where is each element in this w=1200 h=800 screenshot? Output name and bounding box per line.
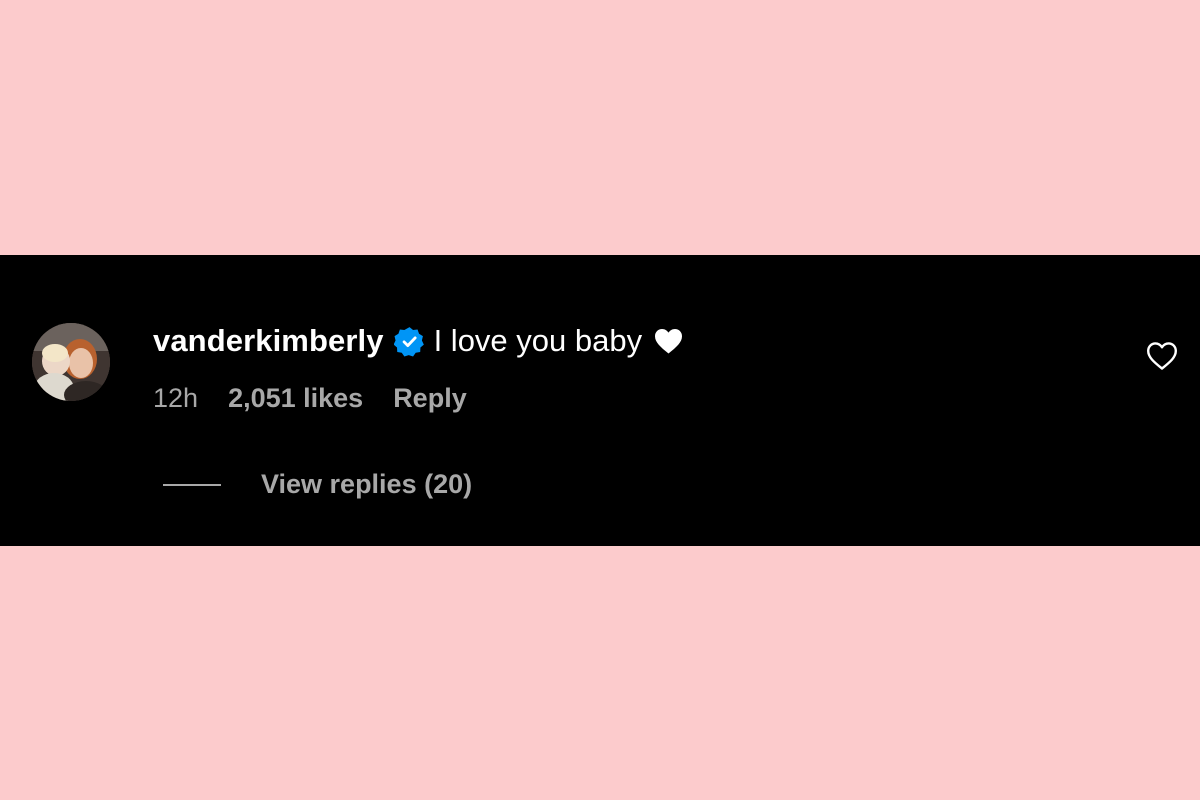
white-heart-emoji-icon (654, 328, 683, 354)
heart-outline-icon[interactable] (1146, 341, 1178, 371)
view-replies-button[interactable]: View replies (20) (261, 469, 472, 500)
comment-line: vanderkimberly I love you baby (153, 319, 683, 363)
avatar[interactable] (32, 323, 110, 401)
verified-badge-icon (393, 326, 425, 357)
comment-text: I love you baby (433, 323, 643, 358)
reply-button[interactable]: Reply (393, 383, 467, 414)
comment-panel: vanderkimberly I love you baby 12h 2,051… (0, 255, 1200, 546)
comment-meta-row: 12h 2,051 likes Reply (153, 383, 467, 414)
avatar-image (32, 323, 110, 401)
page-background: vanderkimberly I love you baby 12h 2,051… (0, 0, 1200, 800)
replies-divider-line (163, 483, 221, 486)
view-replies-row[interactable]: View replies (20) (163, 469, 472, 500)
comment-timestamp: 12h (153, 383, 199, 413)
username-link[interactable]: vanderkimberly (153, 323, 384, 359)
likes-count[interactable]: 2,051 likes (228, 383, 363, 414)
